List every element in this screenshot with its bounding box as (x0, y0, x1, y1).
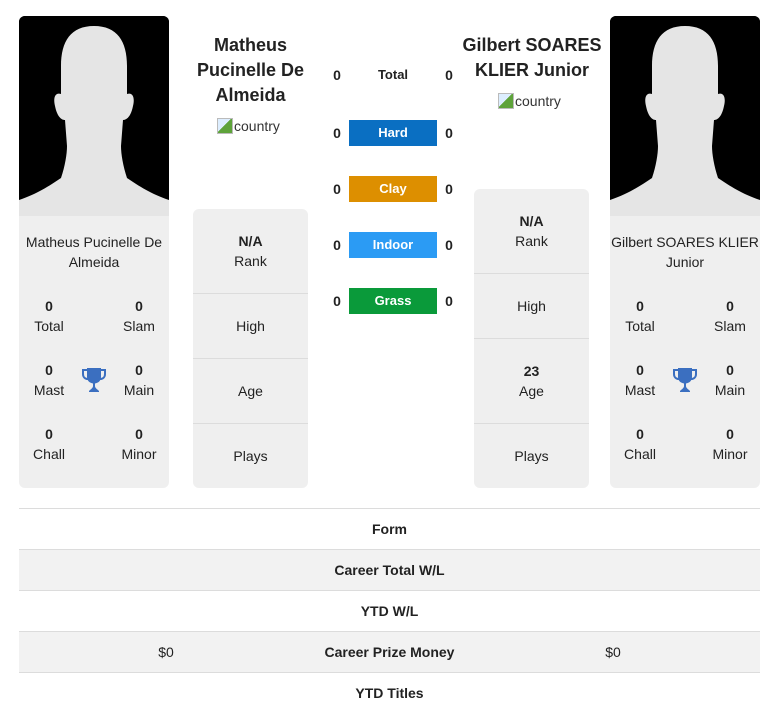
surface-row-hard: 0 Hard 0 (330, 120, 458, 146)
broken-image-icon (217, 118, 233, 134)
info-plays: Plays (474, 423, 589, 488)
titles-mast: 0 Mast (33, 362, 65, 398)
player-left-info-panel: N/A Rank High Age Plays (193, 209, 308, 488)
surface-badge-clay: Clay (349, 176, 437, 202)
surface-row-clay: 0 Clay 0 (330, 176, 458, 202)
titles-chall: 0 Chall (33, 426, 65, 462)
avatar-silhouette-icon (610, 16, 760, 216)
info-high: High (193, 293, 308, 358)
player-card-left: Matheus Pucinelle De Almeida 0 Total 0 S… (19, 16, 169, 488)
trophy-icon (82, 368, 106, 392)
info-age: Age (193, 358, 308, 423)
player-photo-placeholder (610, 16, 760, 216)
info-age: 23 Age (474, 338, 589, 423)
titles-main: 0 Main (714, 362, 746, 398)
info-rank: N/A Rank (234, 233, 267, 269)
country-flag-left: country (217, 118, 280, 134)
comparison-table: Form Career Total W/L YTD W/L $0 Career … (19, 508, 760, 713)
comparison-row-prize-money: $0 Career Prize Money $0 (19, 631, 760, 672)
comparison-row-career-wl: Career Total W/L (19, 549, 760, 590)
surface-badge-grass: Grass (349, 288, 437, 314)
trophy-icon (673, 368, 697, 392)
comparison-row-ytd-wl: YTD W/L (19, 590, 760, 631)
titles-minor: 0 Minor (121, 426, 157, 462)
titles-minor: 0 Minor (712, 426, 748, 462)
info-rank: N/A Rank (515, 213, 548, 249)
titles-slam: 0 Slam (123, 298, 155, 334)
prize-money-right: $0 (605, 644, 621, 660)
player-name: Matheus Pucinelle De Almeida (25, 234, 163, 270)
info-high: High (474, 273, 589, 338)
surface-badge-indoor: Indoor (349, 232, 437, 258)
surface-row-grass: 0 Grass 0 (330, 288, 458, 314)
titles-chall: 0 Chall (624, 426, 656, 462)
player-left-heading[interactable]: Matheus Pucinelle De Almeida (193, 33, 308, 108)
player-right-heading[interactable]: Gilbert SOARES KLIER Junior (462, 33, 602, 83)
titles-slam: 0 Slam (714, 298, 746, 334)
country-flag-right: country (498, 93, 561, 109)
player-photo-placeholder (19, 16, 169, 216)
player-name: Gilbert SOARES KLIER Junior (611, 234, 759, 270)
titles-mast: 0 Mast (624, 362, 656, 398)
titles-total: 0 Total (34, 298, 64, 334)
comparison-row-form: Form (19, 508, 760, 549)
comparison-row-ytd-titles: YTD Titles (19, 672, 760, 713)
titles-main: 0 Main (123, 362, 155, 398)
broken-image-icon (498, 93, 514, 109)
player-right-info-panel: N/A Rank High 23 Age Plays (474, 189, 589, 488)
info-plays: Plays (193, 423, 308, 488)
surface-row-total: 0 Total 0 (330, 62, 458, 88)
surface-badge-hard: Hard (349, 120, 437, 146)
player-card-right: Gilbert SOARES KLIER Junior 0 Total 0 Sl… (610, 16, 760, 488)
surface-row-indoor: 0 Indoor 0 (330, 232, 458, 258)
avatar-silhouette-icon (19, 16, 169, 216)
surface-label-total: Total (377, 67, 409, 82)
titles-total: 0 Total (625, 298, 655, 334)
